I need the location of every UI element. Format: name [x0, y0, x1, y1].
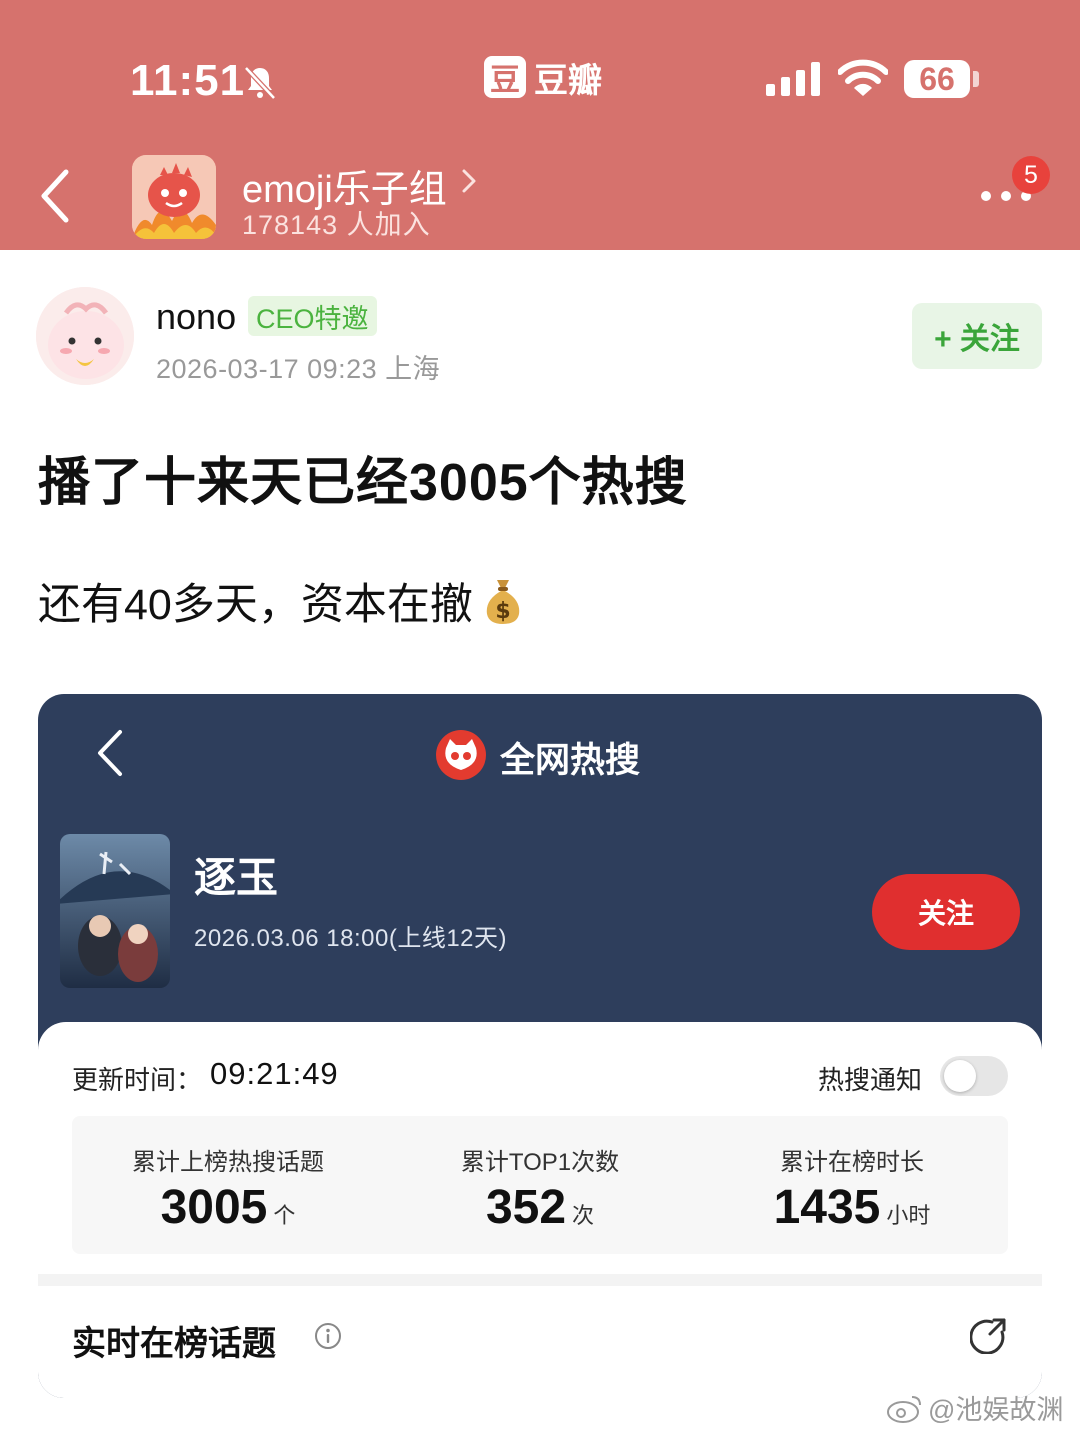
show-title[interactable]: 逐玉 — [194, 844, 278, 905]
card-title: 全网热搜 — [500, 741, 641, 780]
hot-search-notify-toggle[interactable] — [940, 1056, 1008, 1096]
toggle-knob — [944, 1060, 976, 1092]
stat-unit: 次 — [572, 1203, 595, 1228]
back-chevron-icon[interactable] — [36, 168, 76, 224]
group-member-count: 178143 人加入 — [242, 210, 431, 240]
battery-indicator: 66 — [904, 60, 970, 98]
signal-icon — [766, 62, 820, 96]
bell-slash-icon — [244, 66, 276, 100]
stat-value: 3005 — [160, 1181, 268, 1234]
cat-logo-icon — [436, 730, 486, 780]
hot-search-card: 全网热搜 逐玉 2026.03.06 18:00(上线12天) 关注 更新时间：… — [38, 694, 1042, 1398]
user-avatar-image — [36, 287, 134, 385]
realtime-topics-title: 实时在榜话题 — [72, 1325, 276, 1363]
stat-total-topics: 累计上榜热搜话题 3005 个 — [72, 1116, 384, 1254]
show-poster[interactable] — [60, 834, 170, 988]
group-avatar[interactable] — [132, 155, 216, 239]
app-brand: 豆 豆瓣 — [484, 55, 602, 100]
post-meta: 2026-03-17 09:23 上海 — [156, 354, 441, 384]
update-time-value: 09:21:49 — [210, 1056, 339, 1091]
user-avatar[interactable] — [36, 287, 134, 385]
stat-label: 累计在榜时长 — [780, 1149, 924, 1176]
info-icon[interactable] — [314, 1322, 342, 1350]
stat-label: 累计上榜热搜话题 — [132, 1149, 324, 1176]
weibo-icon — [887, 1395, 921, 1423]
chevron-right-icon[interactable] — [458, 166, 480, 196]
hot-search-notify-label: 热搜通知 — [818, 1065, 923, 1095]
card-back-icon[interactable] — [94, 728, 126, 778]
watermark: @池娱故渊 — [886, 1388, 1063, 1427]
stat-value: 1435 — [773, 1181, 881, 1234]
post-title: 播了十来天已经3005个热搜 — [38, 454, 688, 512]
money-bag-icon: $ — [486, 580, 520, 624]
stat-label: 累计TOP1次数 — [460, 1149, 620, 1176]
svg-text:$: $ — [495, 599, 510, 624]
wifi-icon — [838, 59, 888, 96]
post-body-text: 还有40多天，资本在撤 — [38, 581, 473, 629]
watermark-text: @池娱故渊 — [928, 1395, 1064, 1425]
stats-summary: 累计上榜热搜话题 3005 个 累计TOP1次数 352 次 累计在榜时长 14… — [72, 1116, 1008, 1254]
stat-value: 352 — [485, 1181, 567, 1234]
post-body: 还有40多天，资本在撤 $ — [38, 570, 523, 632]
show-release-date: 2026.03.06 18:00(上线12天) — [194, 925, 508, 952]
stat-total-hours: 累计在榜时长 1435 小时 — [696, 1116, 1008, 1254]
share-icon[interactable] — [970, 1316, 1008, 1354]
show-poster-image — [60, 834, 170, 988]
douban-logo: 豆 — [484, 56, 526, 98]
stat-unit: 小时 — [886, 1203, 931, 1228]
section-divider — [38, 1274, 1042, 1286]
author-name[interactable]: nono — [156, 296, 236, 338]
follow-author-button[interactable]: + 关注 — [912, 303, 1042, 369]
stat-top1-count: 累计TOP1次数 352 次 — [384, 1116, 696, 1254]
stat-unit: 个 — [273, 1203, 296, 1228]
hot-search-stats-panel: 更新时间： 09:21:49 热搜通知 累计上榜热搜话题 3005 个 累计TO… — [38, 1022, 1042, 1398]
follow-show-button[interactable]: 关注 — [872, 874, 1020, 950]
battery-tip — [973, 71, 979, 87]
status-time: 11:51 — [130, 56, 246, 105]
notification-badge: 5 — [1012, 156, 1050, 194]
author-badge: CEO特邀 — [248, 296, 377, 336]
update-time-label: 更新时间： — [72, 1065, 203, 1095]
group-avatar-image — [132, 155, 216, 239]
app-name: 豆瓣 — [534, 61, 602, 100]
app-header: 11:51 豆 豆瓣 66 emoji乐子组 178143 人加入 5 — [0, 0, 1080, 250]
